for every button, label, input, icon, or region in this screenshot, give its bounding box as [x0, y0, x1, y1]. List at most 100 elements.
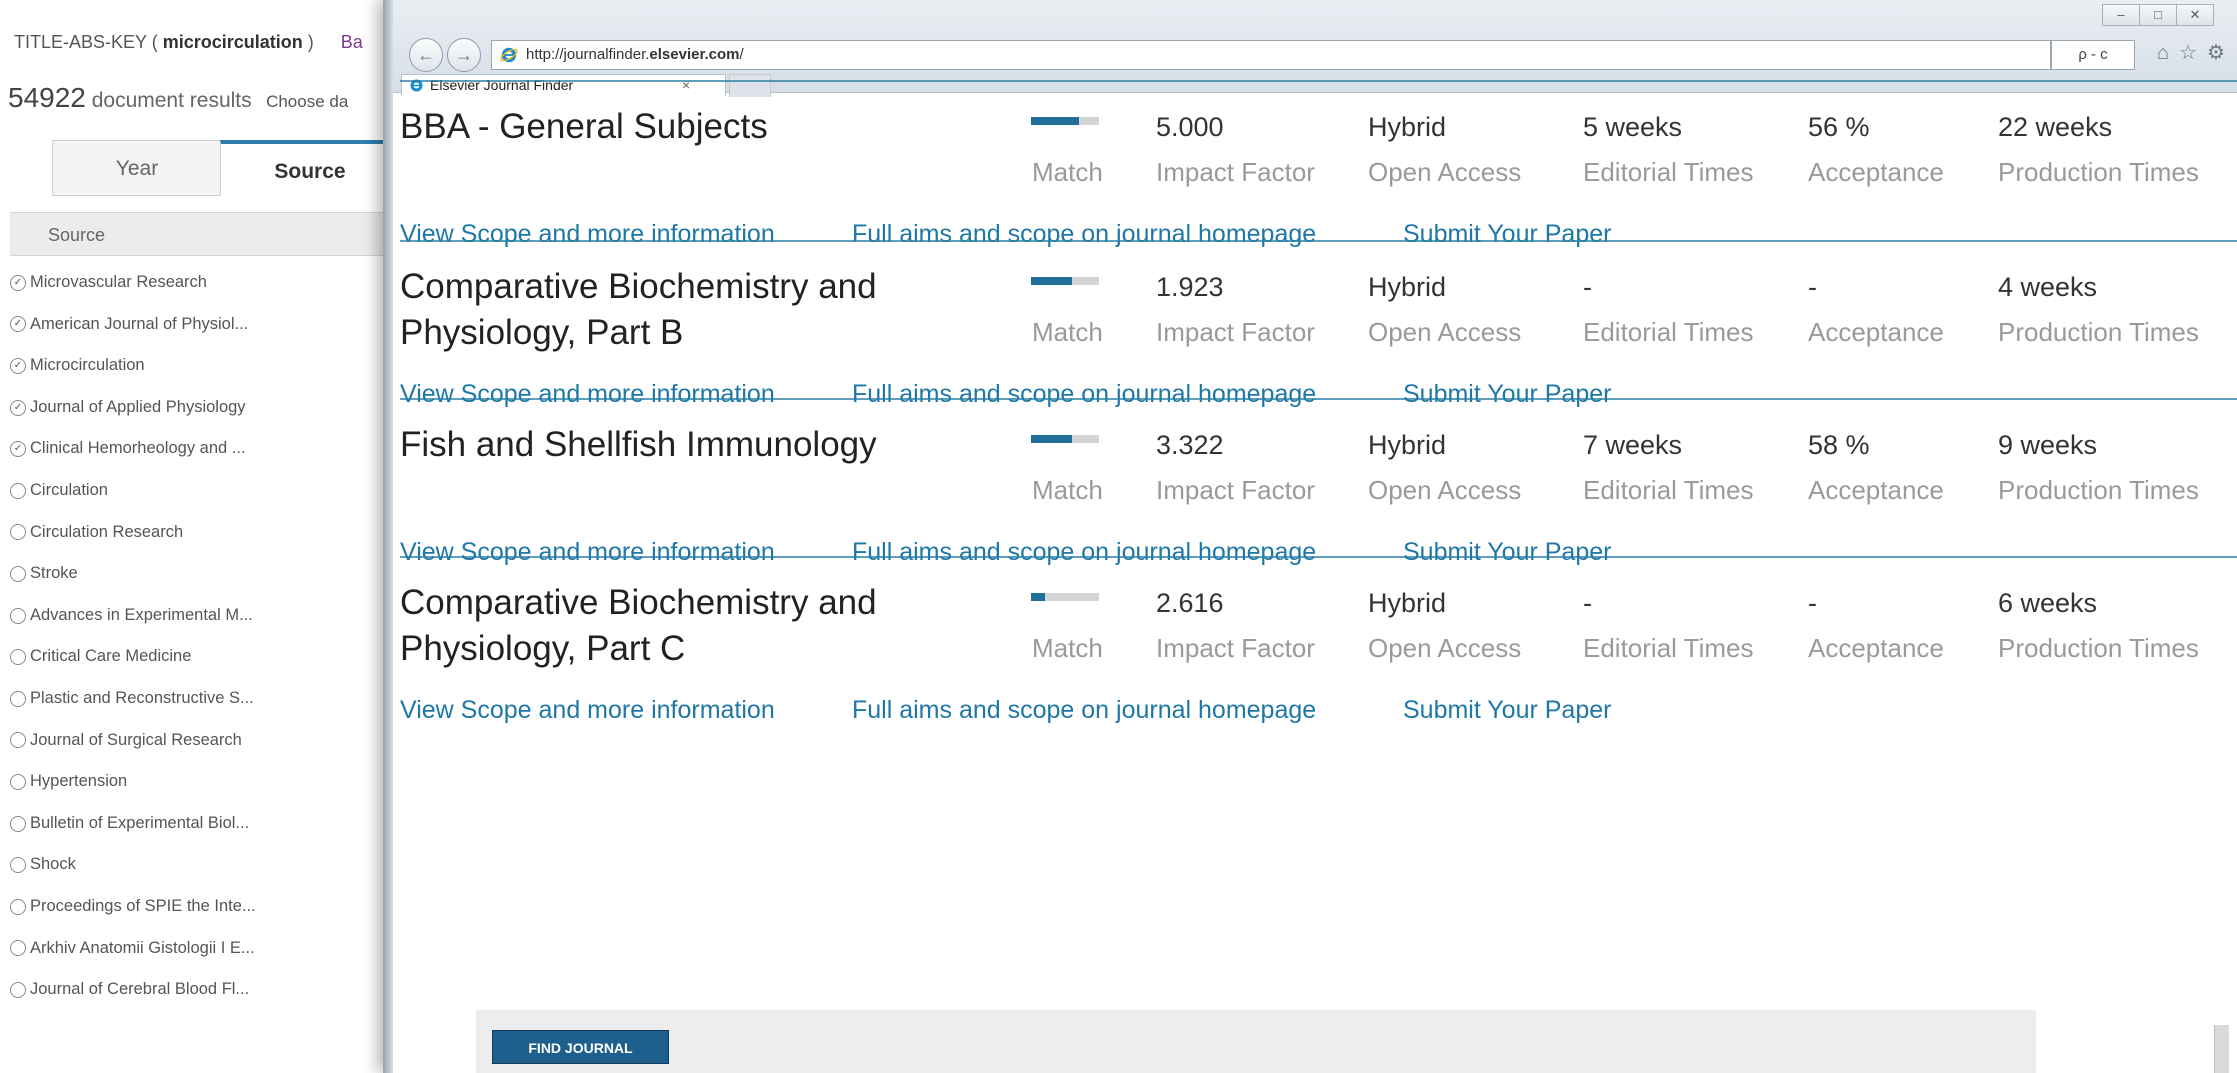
source-label: Bulletin of Experimental Biol... — [30, 813, 250, 832]
checked-icon[interactable]: ✓ — [10, 357, 26, 374]
source-list-item[interactable]: Circulation Research — [10, 512, 256, 554]
production-times-label: Production Times — [1998, 633, 2199, 663]
source-label: Proceedings of SPIE the Inte... — [30, 896, 256, 915]
card-divider — [400, 398, 2237, 400]
editorial-times-value: - — [1583, 588, 1592, 618]
journal-card: Comparative Biochemistry and Physiology,… — [400, 556, 2237, 784]
background-search-window: TITLE-ABS-KEY ( microcirculation ) Ba 54… — [0, 0, 400, 1073]
checked-icon[interactable]: ✓ — [10, 399, 26, 416]
source-label: Hypertension — [30, 772, 128, 791]
source-label: Advances in Experimental M... — [30, 605, 253, 624]
source-list-item[interactable]: ✓ American Journal of Physiol... — [10, 304, 256, 346]
checked-icon[interactable]: ✓ — [10, 316, 26, 333]
editorial-times-label: Editorial Times — [1583, 317, 1754, 347]
source-label: Journal of Applied Physiology — [30, 397, 246, 416]
match-label: Match — [1032, 317, 1103, 347]
unchecked-icon[interactable] — [10, 898, 26, 915]
source-label: Critical Care Medicine — [30, 647, 192, 666]
source-list-item[interactable]: Shock — [10, 844, 256, 886]
journal-title[interactable]: Fish and Shellfish Immunology — [400, 422, 940, 468]
scrollbar[interactable] — [2214, 1025, 2229, 1073]
unchecked-icon[interactable] — [10, 940, 26, 957]
source-list-item[interactable]: Proceedings of SPIE the Inte... — [10, 886, 256, 928]
source-label: Shock — [30, 855, 76, 874]
match-meter-fill — [1031, 593, 1045, 601]
query-prefix: TITLE-ABS-KEY ( — [14, 32, 163, 52]
source-list-item[interactable]: ✓ Journal of Applied Physiology — [10, 387, 256, 429]
unchecked-icon[interactable] — [10, 981, 26, 998]
source-column-header[interactable]: Source — [10, 212, 400, 256]
unchecked-icon[interactable] — [10, 857, 26, 874]
acceptance-label: Acceptance — [1808, 475, 1944, 505]
acceptance-value: - — [1808, 272, 1817, 302]
impact-factor-label: Impact Factor — [1156, 633, 1315, 663]
source-label: Circulation Research — [30, 522, 184, 541]
tab-source[interactable]: Source — [220, 140, 400, 196]
tab-year[interactable]: Year — [52, 140, 222, 196]
search-form-panel: FIND JOURNAL — [476, 1010, 2036, 1073]
source-list-item[interactable]: ✓ Microvascular Research — [10, 262, 256, 304]
journal-title[interactable]: Comparative Biochemistry and Physiology,… — [400, 580, 940, 672]
unchecked-icon[interactable] — [10, 524, 26, 541]
impact-factor-value: 1.923 — [1156, 272, 1224, 302]
source-list-item[interactable]: Hypertension — [10, 761, 256, 803]
submit-paper-link[interactable]: Submit Your Paper — [1403, 690, 1611, 730]
editorial-times-label: Editorial Times — [1583, 475, 1754, 505]
source-list-item[interactable]: Plastic and Reconstructive S... — [10, 678, 256, 720]
aims-scope-link[interactable]: Full aims and scope on journal homepage — [852, 690, 1316, 730]
unchecked-icon[interactable] — [10, 607, 26, 624]
unchecked-icon[interactable] — [10, 773, 26, 790]
production-times-value: 9 weeks — [1998, 430, 2098, 460]
impact-factor-label: Impact Factor — [1156, 157, 1315, 187]
analysis-tabs: Year Source — [52, 140, 412, 196]
unchecked-icon[interactable] — [10, 482, 26, 499]
source-label: Clinical Hemorheology and ... — [30, 439, 246, 458]
checked-icon[interactable]: ✓ — [10, 441, 26, 458]
card-divider — [400, 556, 2237, 558]
source-list-item[interactable]: ✓ Microcirculation — [10, 345, 256, 387]
view-scope-link[interactable]: View Scope and more information — [400, 690, 775, 730]
back-link[interactable]: Ba — [341, 32, 363, 52]
match-meter-fill — [1031, 435, 1072, 443]
impact-factor-value: 2.616 — [1156, 588, 1224, 618]
open-access-value: Hybrid — [1368, 430, 1447, 460]
search-query: TITLE-ABS-KEY ( microcirculation ) Ba — [14, 32, 363, 53]
unchecked-icon[interactable] — [10, 732, 26, 749]
source-list: ✓ Microvascular Research ✓ American Journal… — [10, 262, 256, 1011]
source-label: Plastic and Reconstructive S... — [30, 688, 254, 707]
match-label: Match — [1032, 633, 1103, 663]
acceptance-label: Acceptance — [1808, 317, 1944, 347]
editorial-times-value: 7 weeks — [1583, 430, 1683, 460]
editorial-times-value: 5 weeks — [1583, 112, 1683, 142]
unchecked-icon[interactable] — [10, 649, 26, 666]
journal-results-list: BBA - General Subjects Match 5.000 Impact F… — [383, 0, 2237, 1000]
source-list-item[interactable]: Arkhiv Anatomii Gistologii I E... — [10, 928, 256, 970]
choose-text[interactable]: Choose da — [266, 92, 348, 111]
open-access-value: Hybrid — [1368, 588, 1447, 618]
source-list-item[interactable]: Circulation — [10, 470, 256, 512]
journal-title[interactable]: Comparative Biochemistry and Physiology,… — [400, 264, 940, 356]
source-label: American Journal of Physiol... — [30, 314, 249, 333]
production-times-value: 6 weeks — [1998, 588, 2098, 618]
source-list-item[interactable]: Journal of Surgical Research — [10, 720, 256, 762]
open-access-label: Open Access — [1368, 475, 1522, 505]
source-label: Arkhiv Anatomii Gistologii I E... — [30, 938, 255, 957]
unchecked-icon[interactable] — [10, 690, 26, 707]
journal-title[interactable]: BBA - General Subjects — [400, 104, 940, 150]
unchecked-icon[interactable] — [10, 565, 26, 582]
checked-icon[interactable]: ✓ — [10, 274, 26, 291]
impact-factor-label: Impact Factor — [1156, 475, 1315, 505]
editorial-times-label: Editorial Times — [1583, 633, 1754, 663]
production-times-value: 4 weeks — [1998, 272, 2098, 302]
source-list-item[interactable]: Critical Care Medicine — [10, 636, 256, 678]
editorial-times-value: - — [1583, 272, 1592, 302]
open-access-value: Hybrid — [1368, 112, 1447, 142]
source-list-item[interactable]: Stroke — [10, 553, 256, 595]
browser-window: – □ ✕ ← → http://journalfinder.elsevier.com… — [383, 0, 2237, 1073]
source-list-item[interactable]: Bulletin of Experimental Biol... — [10, 803, 256, 845]
source-list-item[interactable]: ✓ Clinical Hemorheology and ... — [10, 428, 256, 470]
unchecked-icon[interactable] — [10, 815, 26, 832]
source-list-item[interactable]: Advances in Experimental M... — [10, 595, 256, 637]
match-meter — [1031, 593, 1099, 601]
find-journal-button[interactable]: FIND JOURNAL — [492, 1030, 669, 1064]
